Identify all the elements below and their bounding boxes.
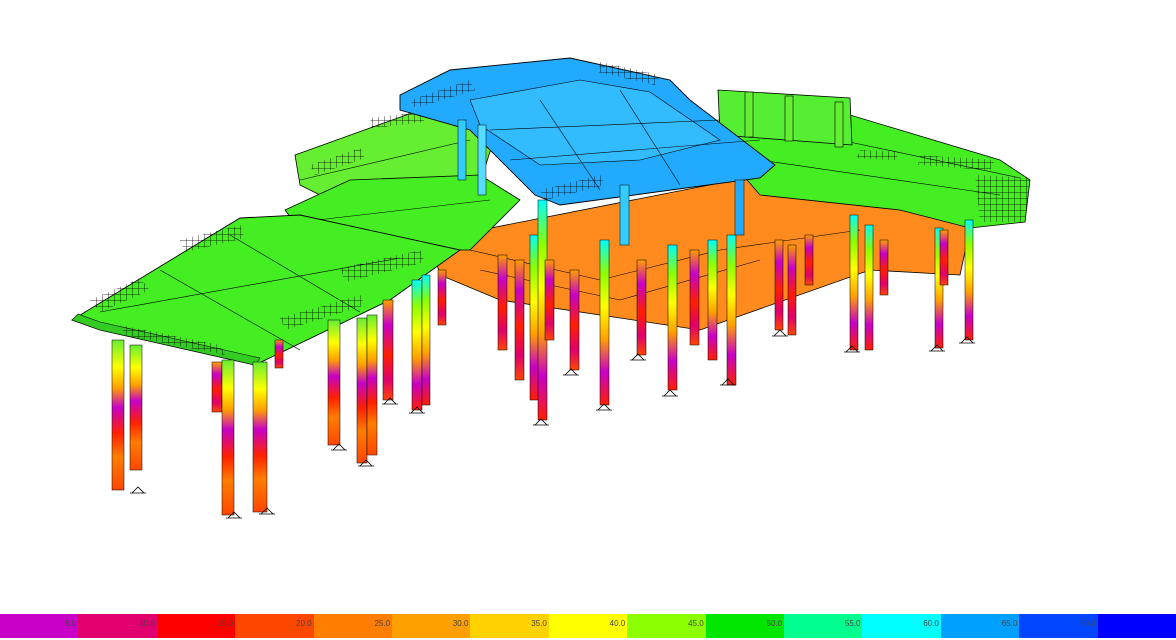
legend-label: 65.0 — [1001, 619, 1018, 628]
front-left-green-slab — [70, 214, 462, 366]
model-viewport[interactable] — [0, 0, 1176, 612]
legend-segment: 10.0 — [78, 614, 157, 638]
legend-label: 45.0 — [688, 619, 704, 628]
legend-label: 10.0 — [139, 619, 155, 628]
legend-label: 40.0 — [609, 619, 626, 628]
legend-label: 5.0 — [65, 619, 77, 628]
legend-label: 55.0 — [844, 619, 861, 628]
legend-segment: 15.0 — [156, 614, 236, 638]
legend-segment: 50.0 — [705, 614, 785, 638]
structural-model-3d-view[interactable] — [0, 0, 1176, 612]
legend-label: 60.0 — [923, 619, 939, 628]
legend-label: 50.0 — [766, 619, 783, 628]
legend-segment: 55.0 — [784, 614, 863, 638]
legend-segment: 45.0 — [627, 614, 706, 638]
legend-segment: 60.0 — [862, 614, 941, 638]
legend-label: 35.0 — [531, 619, 547, 628]
legend-segment: 70.0 — [1019, 614, 1098, 638]
legend-segment: 25.0 — [313, 614, 393, 638]
legend-label: 25.0 — [374, 619, 391, 628]
legend-segment: 20.0 — [235, 614, 314, 638]
legend-label: 70.0 — [1080, 619, 1096, 628]
legend-label: 20.0 — [296, 619, 312, 628]
legend-segment: 40.0 — [548, 614, 628, 638]
legend-segment: 30.0 — [392, 614, 471, 638]
legend-segment: 65.0 — [940, 614, 1020, 638]
color-scale-legend: 5.0 10.0 15.0 20.0 25.0 30.0 35.0 40.0 45.0 50.0 5… — [0, 614, 1176, 640]
legend-label: 30.0 — [452, 619, 469, 628]
legend-segment: 35.0 — [470, 614, 549, 638]
legend-segment: 5.0 — [0, 614, 79, 638]
legend-segment — [1097, 614, 1176, 638]
legend-label: 15.0 — [217, 619, 234, 628]
